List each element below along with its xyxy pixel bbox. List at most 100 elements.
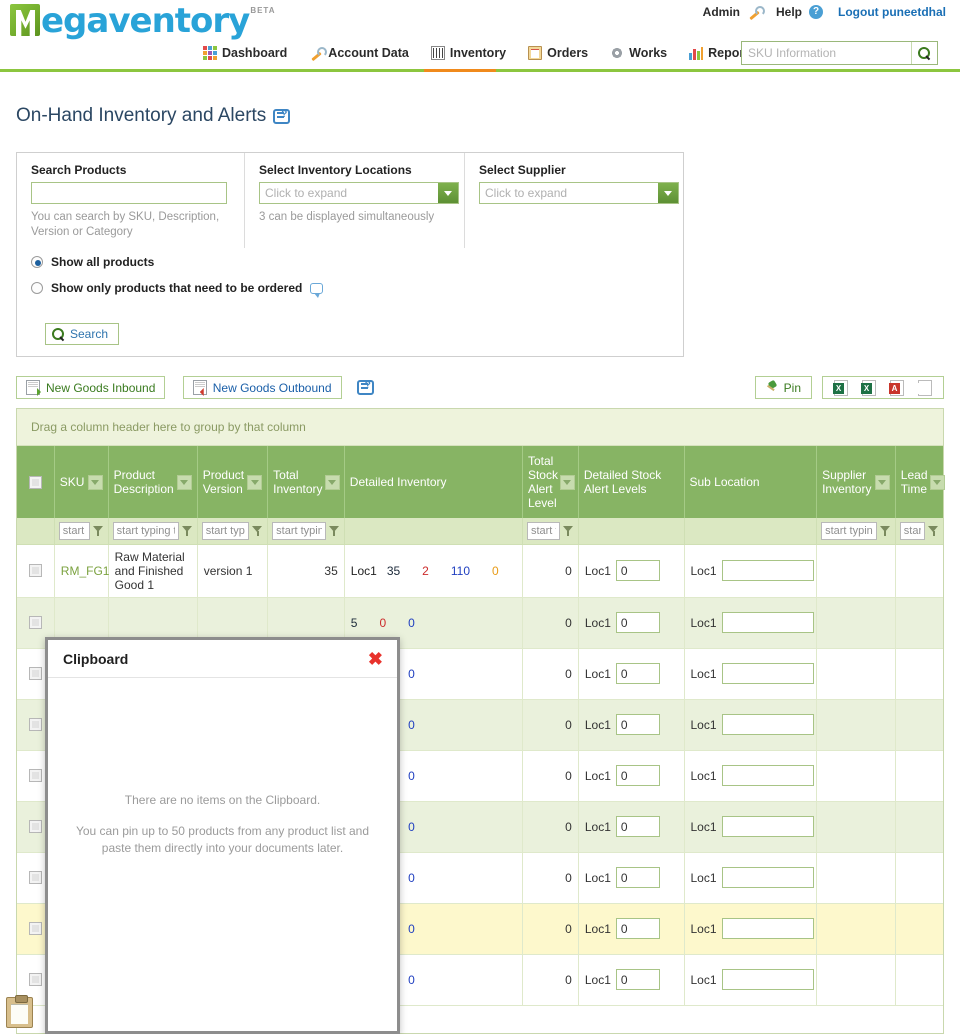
filter-icon[interactable] — [328, 525, 340, 537]
filter-input-lead-time[interactable] — [899, 521, 925, 540]
col-lead-time[interactable]: Lead Time — [895, 446, 945, 518]
new-goods-outbound-label: New Goods Outbound — [212, 380, 332, 395]
help-label[interactable]: Help — [776, 5, 802, 19]
alert-level-input[interactable] — [615, 714, 660, 735]
alert-level-input[interactable] — [615, 612, 660, 633]
filter-input-product-description[interactable] — [112, 521, 179, 540]
col-supplier-inventory[interactable]: Supplier Inventory — [816, 446, 896, 518]
sub-location-input[interactable] — [721, 765, 814, 786]
row-checkbox[interactable] — [28, 667, 42, 680]
filter-input-product-version[interactable] — [201, 521, 250, 540]
help-tooltip-icon[interactable] — [273, 108, 291, 124]
help-icon[interactable]: ? — [809, 5, 824, 19]
row-checkbox[interactable] — [28, 922, 42, 935]
sub-location-input[interactable] — [721, 969, 814, 990]
new-goods-inbound-button[interactable]: New Goods Inbound — [16, 376, 166, 399]
filter-input-total-inventory[interactable] — [272, 521, 326, 540]
sub-location-input[interactable] — [721, 867, 814, 888]
logo-wordmark: egaventory — [41, 1, 250, 41]
filter-input-supplier-inventory[interactable] — [821, 521, 877, 540]
radio-show-needed-input[interactable] — [31, 282, 43, 294]
filter-icon[interactable] — [181, 525, 193, 537]
alert-level-input[interactable] — [615, 816, 660, 837]
row-checkbox[interactable] — [28, 564, 42, 577]
pin-button[interactable]: Pin — [754, 376, 812, 399]
alert-level-input[interactable] — [615, 969, 660, 990]
col-detailed-stock-alert-levels[interactable]: Detailed Stock Alert Levels — [578, 446, 685, 518]
grid-help-tooltip-icon[interactable] — [356, 380, 374, 395]
row-checkbox[interactable] — [28, 973, 42, 986]
select-all-checkbox[interactable] — [28, 475, 42, 489]
radio-show-all-input[interactable] — [31, 256, 43, 268]
row-checkbox[interactable] — [28, 616, 42, 629]
radio-show-needed-products[interactable]: Show only products that need to be order… — [31, 281, 324, 298]
search-products-input[interactable] — [31, 182, 227, 204]
sku-search-box[interactable] — [741, 41, 938, 65]
col-sku[interactable]: SKU — [54, 446, 109, 518]
sub-location-input[interactable] — [721, 663, 814, 684]
csv-export-icon[interactable]: C — [917, 379, 932, 396]
new-goods-outbound-button[interactable]: New Goods Outbound — [182, 376, 342, 399]
col-select-all[interactable] — [17, 446, 55, 518]
col-product-version-sort-icon[interactable] — [247, 474, 263, 490]
sku-search-button[interactable] — [911, 42, 937, 64]
tooltip-bubble-icon[interactable] — [310, 282, 324, 298]
col-sub-location[interactable]: Sub Location — [684, 446, 818, 518]
filter-input-sku[interactable] — [58, 521, 90, 540]
alert-level-input[interactable] — [615, 663, 660, 684]
excel-xlsx-export-icon[interactable]: X — [833, 379, 848, 396]
col-sku-sort-icon[interactable] — [87, 474, 103, 490]
col-total-inventory-sort-icon[interactable] — [324, 474, 340, 490]
filter-icon[interactable] — [92, 525, 104, 537]
sub-location-input[interactable] — [721, 714, 814, 735]
alert-level-input[interactable] — [615, 765, 660, 786]
clipboard-taskbar-icon[interactable] — [6, 995, 33, 1028]
filter-icon[interactable] — [252, 525, 263, 537]
excel-xls-export-icon[interactable]: X — [861, 379, 876, 396]
select-locations-dropdown[interactable]: Click to expand — [259, 182, 459, 204]
sku-search-input[interactable] — [742, 42, 911, 64]
chevron-down-icon[interactable] — [658, 183, 678, 203]
search-button[interactable]: Search — [45, 323, 120, 345]
col-product-description-sort-icon[interactable] — [176, 474, 192, 490]
table-row[interactable]: RM_FG1 Raw Material and Finished Good 1 ve… — [17, 544, 943, 598]
nav-item-inventory[interactable]: Inventory — [430, 46, 506, 60]
row-checkbox[interactable] — [28, 718, 42, 731]
megaventory-logo[interactable]: egaventory BETA — [10, 4, 276, 38]
filter-icon[interactable] — [928, 525, 939, 537]
row-checkbox[interactable] — [28, 820, 42, 833]
admin-label[interactable]: Admin — [703, 5, 740, 19]
filter-icon[interactable] — [562, 525, 574, 537]
col-product-description[interactable]: Product Description — [108, 446, 198, 518]
close-icon[interactable]: ✖ — [368, 650, 383, 668]
logout-link[interactable]: Logout puneetdhal — [838, 5, 946, 19]
col-product-version[interactable]: Product Version — [197, 446, 269, 518]
row-checkbox[interactable] — [28, 871, 42, 884]
nav-item-works[interactable]: Works — [610, 46, 667, 60]
col-detailed-inventory[interactable]: Detailed Inventory — [344, 446, 523, 518]
col-total-stock-alert-level-sort-icon[interactable] — [559, 474, 575, 490]
group-by-dropzone[interactable]: Drag a column header here to group by th… — [17, 409, 943, 446]
filter-input-total-stock-alert-level[interactable] — [526, 521, 560, 540]
radio-show-all-products[interactable]: Show all products — [31, 255, 323, 269]
nav-item-dashboard[interactable]: Dashboard — [203, 46, 287, 60]
filter-cell-supplier-inventory — [816, 518, 896, 545]
chevron-down-icon[interactable] — [438, 183, 458, 203]
nav-item-orders[interactable]: Orders — [528, 46, 588, 60]
filter-icon[interactable] — [879, 525, 891, 537]
pdf-export-icon[interactable]: A — [889, 379, 904, 396]
col-lead-time-sort-icon[interactable] — [929, 474, 945, 490]
alert-level-input[interactable] — [615, 867, 660, 888]
col-supplier-inventory-sort-icon[interactable] — [874, 474, 890, 490]
col-total-inventory[interactable]: Total Inventory — [267, 446, 345, 518]
sub-location-input[interactable] — [721, 918, 814, 939]
col-total-stock-alert-level[interactable]: Total Stock Alert Level — [522, 446, 579, 518]
sub-location-input[interactable] — [721, 560, 814, 581]
alert-level-input[interactable] — [615, 918, 660, 939]
alert-level-input[interactable] — [615, 560, 660, 581]
sub-location-input[interactable] — [721, 612, 814, 633]
nav-item-account-data[interactable]: Account Data — [309, 46, 409, 60]
select-supplier-dropdown[interactable]: Click to expand — [479, 182, 679, 204]
row-checkbox[interactable] — [28, 769, 42, 782]
sub-location-input[interactable] — [721, 816, 814, 837]
